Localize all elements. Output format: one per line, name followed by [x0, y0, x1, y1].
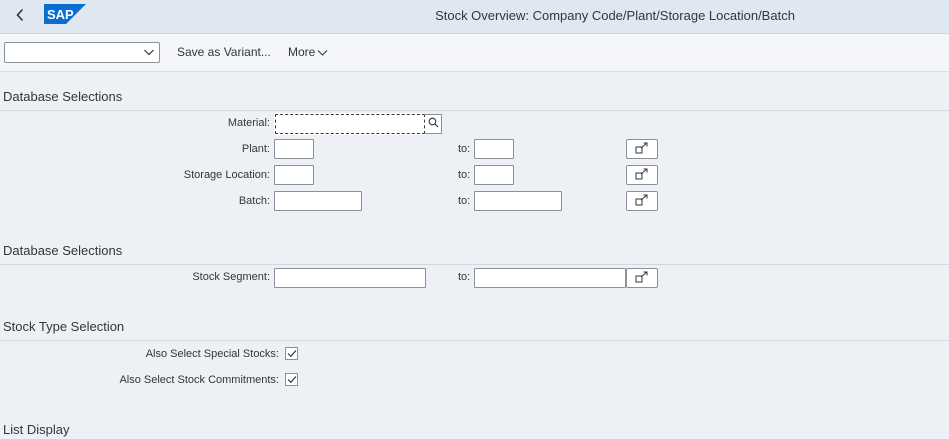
more-button[interactable]: More — [288, 45, 328, 59]
storage-location-multiple-selection-button[interactable] — [626, 165, 658, 185]
material-input[interactable] — [274, 113, 426, 135]
stock-segment-to-input[interactable] — [474, 268, 626, 288]
back-button[interactable] — [8, 5, 32, 27]
sap-logo: SAP — [44, 4, 86, 24]
plant-label: Plant: — [241, 143, 270, 155]
material-value-help-button[interactable] — [425, 114, 442, 134]
section-title-list-display: List Display — [3, 422, 70, 437]
variant-select[interactable] — [4, 42, 160, 63]
multiple-selection-icon — [635, 194, 649, 209]
section-title-database-selections-2: Database Selections — [3, 243, 123, 258]
stock-segment-label: Stock Segment: — [192, 271, 270, 283]
plant-multiple-selection-button[interactable] — [626, 139, 658, 159]
storage-location-label: Storage Location: — [183, 169, 270, 181]
chevron-left-icon — [15, 7, 25, 25]
section-title-database-selections: Database Selections — [3, 89, 123, 104]
toolbar: Save as Variant... More — [0, 34, 949, 72]
material-label: Material: — [227, 117, 270, 129]
section-title-stock-type-selection: Stock Type Selection — [3, 319, 125, 334]
stock-segment-to-label: to: — [458, 271, 471, 283]
storage-location-to-input[interactable] — [474, 165, 514, 185]
plant-to-input[interactable] — [474, 139, 514, 159]
storage-location-to-label: to: — [458, 169, 471, 181]
storage-location-from-input[interactable] — [274, 165, 314, 185]
more-button-label: More — [288, 45, 316, 59]
batch-to-label: to: — [458, 195, 471, 207]
multiple-selection-icon — [635, 271, 649, 286]
plant-to-label: to: — [458, 143, 471, 155]
section-divider — [0, 340, 949, 341]
stock-commitments-label: Also Select Stock Commitments: — [119, 374, 279, 386]
search-icon — [428, 117, 439, 131]
chevron-down-icon — [317, 49, 328, 56]
stock-segment-from-input[interactable] — [274, 268, 426, 288]
section-divider — [0, 110, 949, 111]
stock-commitments-checkbox[interactable] — [285, 373, 298, 386]
special-stocks-label: Also Select Special Stocks: — [145, 348, 279, 360]
page-title: Stock Overview: Company Code/Plant/Stora… — [435, 8, 795, 23]
batch-to-input[interactable] — [474, 191, 562, 211]
chevron-down-icon — [143, 46, 155, 58]
batch-label: Batch: — [238, 195, 270, 207]
section-divider — [0, 264, 949, 265]
shell-bar: SAP Stock Overview: Company Code/Plant/S… — [0, 0, 949, 34]
multiple-selection-icon — [635, 142, 649, 157]
special-stocks-checkbox[interactable] — [285, 347, 298, 360]
batch-multiple-selection-button[interactable] — [626, 191, 658, 211]
checkmark-icon — [287, 373, 297, 387]
stock-segment-multiple-selection-button[interactable] — [626, 268, 658, 288]
plant-from-input[interactable] — [274, 139, 314, 159]
save-as-variant-button[interactable]: Save as Variant... — [177, 45, 271, 59]
batch-from-input[interactable] — [274, 191, 362, 211]
multiple-selection-icon — [635, 168, 649, 183]
logo-text: SAP — [47, 7, 74, 22]
checkmark-icon — [287, 347, 297, 361]
